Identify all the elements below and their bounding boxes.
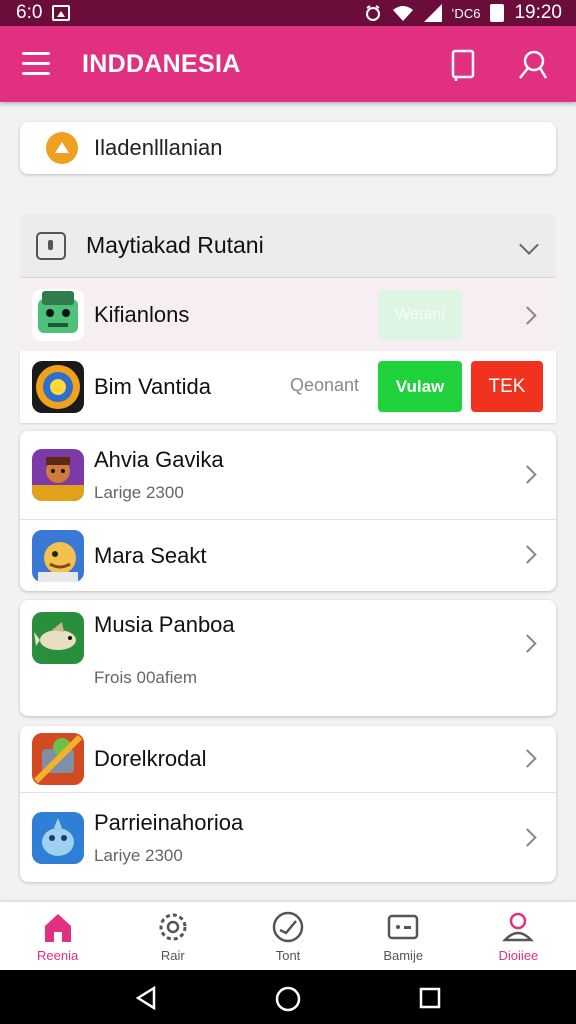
nav-label: Reenia	[37, 948, 79, 963]
alarm-icon	[365, 5, 380, 21]
app-icon	[32, 449, 84, 501]
nav-label: Bamije	[383, 948, 424, 963]
app-subtitle: Frois 00afiem	[94, 668, 197, 687]
brand-icon	[46, 132, 78, 164]
home-button-icon[interactable]	[275, 986, 301, 1012]
reject-button[interactable]: TEK	[471, 361, 543, 412]
status-time: 19:20	[514, 2, 562, 23]
ghost-button[interactable]: Wetani	[378, 290, 462, 340]
app-name: Kifianlons	[94, 302, 190, 327]
app-name: Bim Vantida	[94, 374, 211, 399]
app-name: Musia Panboa	[94, 612, 235, 637]
chevron-down-icon[interactable]	[519, 235, 539, 255]
app-icon	[32, 289, 84, 341]
wifi-icon	[392, 6, 413, 21]
app-icon	[32, 361, 84, 413]
recents-icon[interactable]	[418, 986, 442, 1010]
app-title: INDDANESIA	[82, 50, 241, 78]
app-bar: INDDANESIA	[0, 26, 576, 102]
list-item[interactable]: Ahvia Gavika Larige 2300	[20, 431, 556, 519]
list-item[interactable]: Mara Seakt	[20, 520, 556, 591]
chevron-right-icon[interactable]	[518, 749, 537, 768]
swipe-label: Qeonant	[290, 375, 360, 395]
app-group: Dorelkrodal Parrieinahorioa Lariye 2300	[20, 726, 556, 882]
app-name: Dorelkrodal	[94, 746, 207, 771]
back-icon[interactable]	[134, 986, 158, 1010]
message-icon	[387, 914, 419, 940]
status-bar: 6:0 ʻDC6 19:20	[0, 0, 576, 26]
lock-icon	[36, 231, 66, 260]
app-subtitle: Lariye 2300	[94, 845, 183, 865]
app-subtitle: Larige 2300	[94, 483, 184, 502]
home-icon	[44, 914, 71, 942]
app-group: Musia Panboa Frois 00afiem	[20, 600, 556, 716]
app-group: Ahvia Gavika Larige 2300 Mara Seakt	[20, 431, 556, 591]
user-search-icon[interactable]	[516, 48, 550, 82]
list-item[interactable]: Parrieinahorioa Lariye 2300	[20, 793, 556, 882]
network-label: ʻDC6	[451, 5, 481, 21]
nav-item-settings[interactable]: Rair	[115, 902, 230, 970]
system-navigation-bar	[0, 970, 576, 1024]
app-icon	[32, 529, 84, 582]
list-item-swiped[interactable]: Bim Vantida Qeonant Vulaw TEK	[20, 351, 556, 423]
bottom-navigation: Reenia Rair Tont Bamije Dioiiee	[0, 902, 576, 970]
status-time-left: 6:0	[16, 2, 43, 23]
list-item[interactable]: Kifianlons Wetani	[20, 279, 556, 351]
nav-item-profile[interactable]: Dioiiee	[461, 902, 576, 970]
signal-icon	[423, 4, 442, 22]
gear-icon	[159, 913, 187, 941]
app-name: Mara Seakt	[94, 542, 207, 568]
nav-label: Dioiiee	[498, 948, 539, 963]
nav-label: Tont	[275, 948, 301, 963]
list-item[interactable]: Dorelkrodal	[20, 726, 556, 792]
nav-item-messages[interactable]: Bamije	[346, 902, 461, 970]
section-header[interactable]: Maytiakad Rutani	[20, 214, 556, 278]
chevron-right-icon[interactable]	[518, 465, 537, 484]
profile-icon	[502, 912, 535, 942]
list-item[interactable]: Musia Panboa Frois 00afiem	[20, 600, 556, 716]
image-icon	[52, 5, 71, 21]
chevron-right-icon[interactable]	[518, 634, 537, 653]
tablet-icon[interactable]	[446, 48, 480, 82]
app-icon	[32, 612, 84, 664]
app-icon	[32, 811, 84, 864]
chevron-right-icon[interactable]	[518, 545, 537, 564]
nav-item-timer[interactable]: Tont	[230, 902, 345, 970]
search-bar[interactable]: Iladenlllanian	[20, 122, 556, 174]
app-icon	[32, 733, 84, 785]
app-name: Parrieinahorioa	[94, 809, 244, 835]
search-text: Iladenlllanian	[94, 135, 223, 160]
nav-item-home[interactable]: Reenia	[0, 902, 115, 970]
timer-icon	[272, 911, 304, 943]
app-name: Ahvia Gavika	[94, 447, 224, 472]
section-title: Maytiakad Rutani	[86, 232, 264, 258]
chevron-right-icon[interactable]	[518, 306, 537, 325]
chevron-right-icon[interactable]	[518, 828, 537, 847]
nav-label: Rair	[160, 948, 185, 963]
accept-button[interactable]: Vulaw	[378, 361, 462, 412]
menu-icon[interactable]	[22, 52, 56, 76]
battery-icon	[490, 4, 505, 22]
